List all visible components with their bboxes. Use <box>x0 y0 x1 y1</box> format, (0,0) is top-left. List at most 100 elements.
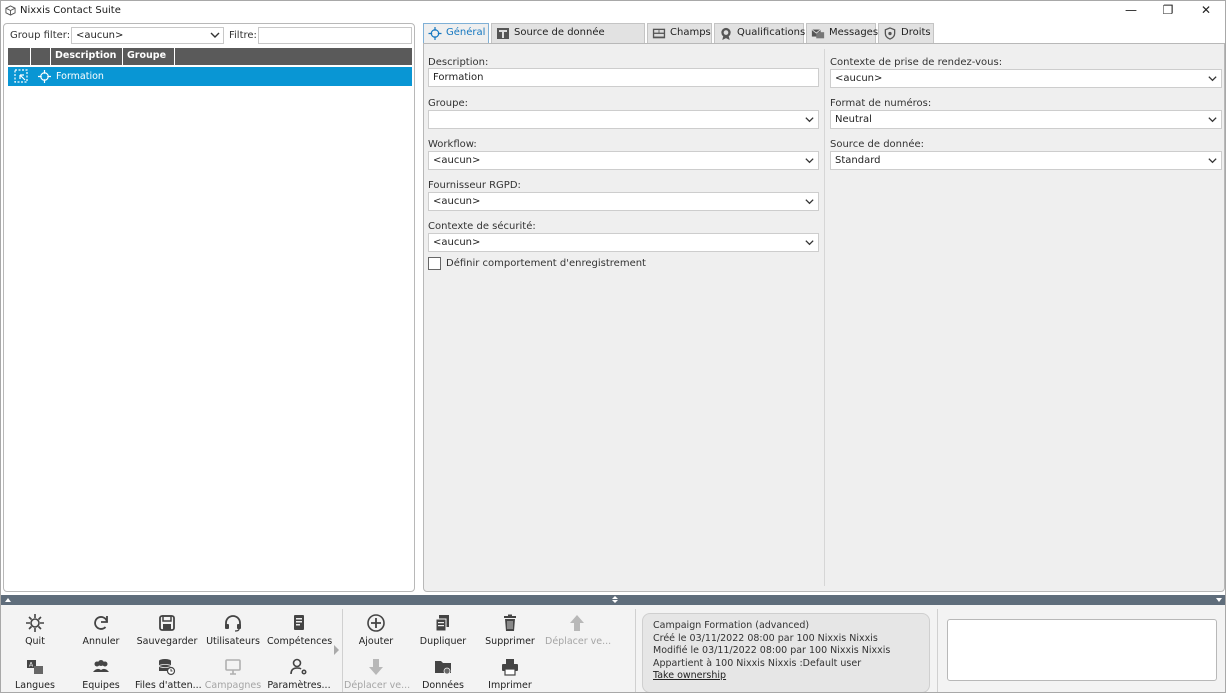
language-icon: A <box>27 660 43 674</box>
recording-label: Définir comportement d'enregistrement <box>446 258 646 269</box>
team-icon <box>93 660 109 672</box>
langues-button[interactable]: A Langues <box>3 651 67 692</box>
groupe-select[interactable] <box>428 110 819 129</box>
tab-qualifications[interactable]: Qualifications <box>714 23 805 43</box>
dupliquer-button[interactable]: Dupliquer <box>411 607 475 649</box>
crosshair-icon <box>38 70 51 83</box>
tab-bar: Général Source de donnée standard Champs… <box>423 23 1223 56</box>
workflow-value: <aucun> <box>433 155 481 166</box>
row-description: Formation <box>56 71 104 82</box>
tab-droits[interactable]: Droits <box>878 23 934 43</box>
notes-box[interactable] <box>947 619 1217 681</box>
chevron-down-icon <box>805 117 814 123</box>
donnees-button[interactable]: Données <box>411 651 475 692</box>
collapse-down-icon[interactable] <box>1216 598 1222 602</box>
number-format-value: Neutral <box>835 114 872 125</box>
campaign-list-panel: Group filter: <aucun> Filtre: Descriptio… <box>3 23 415 592</box>
filter-input[interactable] <box>258 27 412 44</box>
window-title: Nixxis Contact Suite <box>20 5 121 16</box>
crosshair-icon <box>428 27 442 40</box>
toolbar-separator <box>635 609 636 692</box>
number-format-select[interactable]: Neutral <box>830 110 1222 129</box>
tab-champs[interactable]: Champs <box>647 23 712 43</box>
close-button[interactable]: ✕ <box>1189 3 1223 19</box>
files-attente-button[interactable]: Files d'atten... <box>135 651 202 692</box>
data-folder-icon <box>435 661 451 675</box>
files-attente-label: Files d'atten... <box>135 680 202 691</box>
restore-button[interactable]: ❐ <box>1151 3 1185 19</box>
dupliquer-label: Dupliquer <box>419 636 467 647</box>
filter-label: Filtre: <box>229 30 257 41</box>
annuler-button[interactable]: Annuler <box>69 607 133 649</box>
description-field[interactable]: Formation <box>428 68 819 87</box>
security-select[interactable]: <aucun> <box>428 233 819 252</box>
title-bar: Nixxis Contact Suite — ❐ ✕ <box>1 1 1225 21</box>
collapse-up-icon[interactable] <box>5 598 11 602</box>
utilisateurs-label: Utilisateurs <box>206 636 260 647</box>
panel-splitter[interactable] <box>1 595 1225 605</box>
appointment-select[interactable]: <aucun> <box>830 69 1222 88</box>
equipes-label: Equipes <box>82 680 120 691</box>
datasource-select[interactable]: Standard <box>830 151 1222 170</box>
minimize-button[interactable]: — <box>1114 3 1148 19</box>
rgpd-value: <aucun> <box>433 196 481 207</box>
deplacer-bas-button[interactable]: Déplacer ve... <box>344 651 411 692</box>
tab-messages[interactable]: Messages <box>806 23 879 43</box>
utilisateurs-button[interactable]: Utilisateurs <box>201 607 265 649</box>
groupe-label: Groupe: <box>428 98 468 109</box>
column-divider <box>824 49 825 586</box>
supprimer-button[interactable]: Supprimer <box>478 607 542 649</box>
chevron-down-icon <box>1208 76 1217 82</box>
toolbar-scroll-right-icon[interactable] <box>334 645 339 655</box>
toolbar-separator <box>342 609 343 692</box>
deplacer-haut-button[interactable]: Déplacer ve... <box>545 607 612 649</box>
security-label: Contexte de sécurité: <box>428 221 536 232</box>
app-logo-icon <box>5 5 16 16</box>
table-row[interactable]: Formation <box>8 67 412 86</box>
parametres-label: Paramètres... <box>267 680 331 691</box>
campagnes-label: Campagnes <box>204 680 262 691</box>
datasource-value: Standard <box>835 155 881 166</box>
number-format-label: Format de numéros: <box>830 98 932 109</box>
tab-source-donnee-standard[interactable]: Source de donnée standard <box>491 23 645 56</box>
tab-label: Messages <box>829 27 879 38</box>
quit-label: Quit <box>25 636 45 647</box>
column-header-description[interactable]: Description ▲ <box>51 48 123 76</box>
column-header-groupe[interactable]: Groupe <box>123 48 175 65</box>
tab-label: Champs <box>670 27 711 38</box>
quit-button[interactable]: Quit <box>3 607 67 649</box>
deplacer-bas-label: Déplacer ve... <box>344 680 411 691</box>
security-value: <aucun> <box>433 237 481 248</box>
imprimer-label: Imprimer <box>488 680 532 691</box>
grid-header-icon-col[interactable] <box>31 48 51 65</box>
workflow-select[interactable]: <aucun> <box>428 151 819 170</box>
duplicate-icon <box>435 615 449 632</box>
supprimer-label: Supprimer <box>485 636 535 647</box>
recording-checkbox[interactable] <box>428 257 441 270</box>
rgpd-select[interactable]: <aucun> <box>428 192 819 211</box>
chevron-down-icon <box>805 158 814 164</box>
rgpd-label: Fournisseur RGPD: <box>428 180 521 191</box>
resize-grip-up-icon[interactable] <box>612 596 618 599</box>
ajouter-label: Ajouter <box>358 636 394 647</box>
deplacer-haut-label: Déplacer ve... <box>545 636 612 647</box>
equipes-button[interactable]: Equipes <box>69 651 133 692</box>
sauvegarder-label: Sauvegarder <box>136 636 198 647</box>
sauvegarder-button[interactable]: Sauvegarder <box>135 607 199 649</box>
tab-general[interactable]: Général <box>423 23 489 44</box>
take-ownership-link[interactable]: Take ownership <box>653 670 919 683</box>
parametres-button[interactable]: Paramètres... <box>267 651 331 692</box>
ajouter-button[interactable]: Ajouter <box>344 607 408 649</box>
imprimer-button[interactable]: Imprimer <box>478 651 542 692</box>
save-icon <box>159 615 175 631</box>
resize-grip-down-icon[interactable] <box>612 600 618 603</box>
group-filter-select[interactable]: <aucun> <box>71 27 224 44</box>
refresh-icon <box>94 616 108 630</box>
queue-database-icon <box>158 659 176 676</box>
grid-header-selector[interactable] <box>8 48 31 65</box>
row-selection-icon <box>14 69 28 83</box>
campagnes-button[interactable]: Campagnes <box>201 651 265 692</box>
tab-label: Droits <box>901 27 931 38</box>
competences-button[interactable]: Compétences <box>267 607 332 649</box>
tab-label: Général <box>446 27 486 38</box>
